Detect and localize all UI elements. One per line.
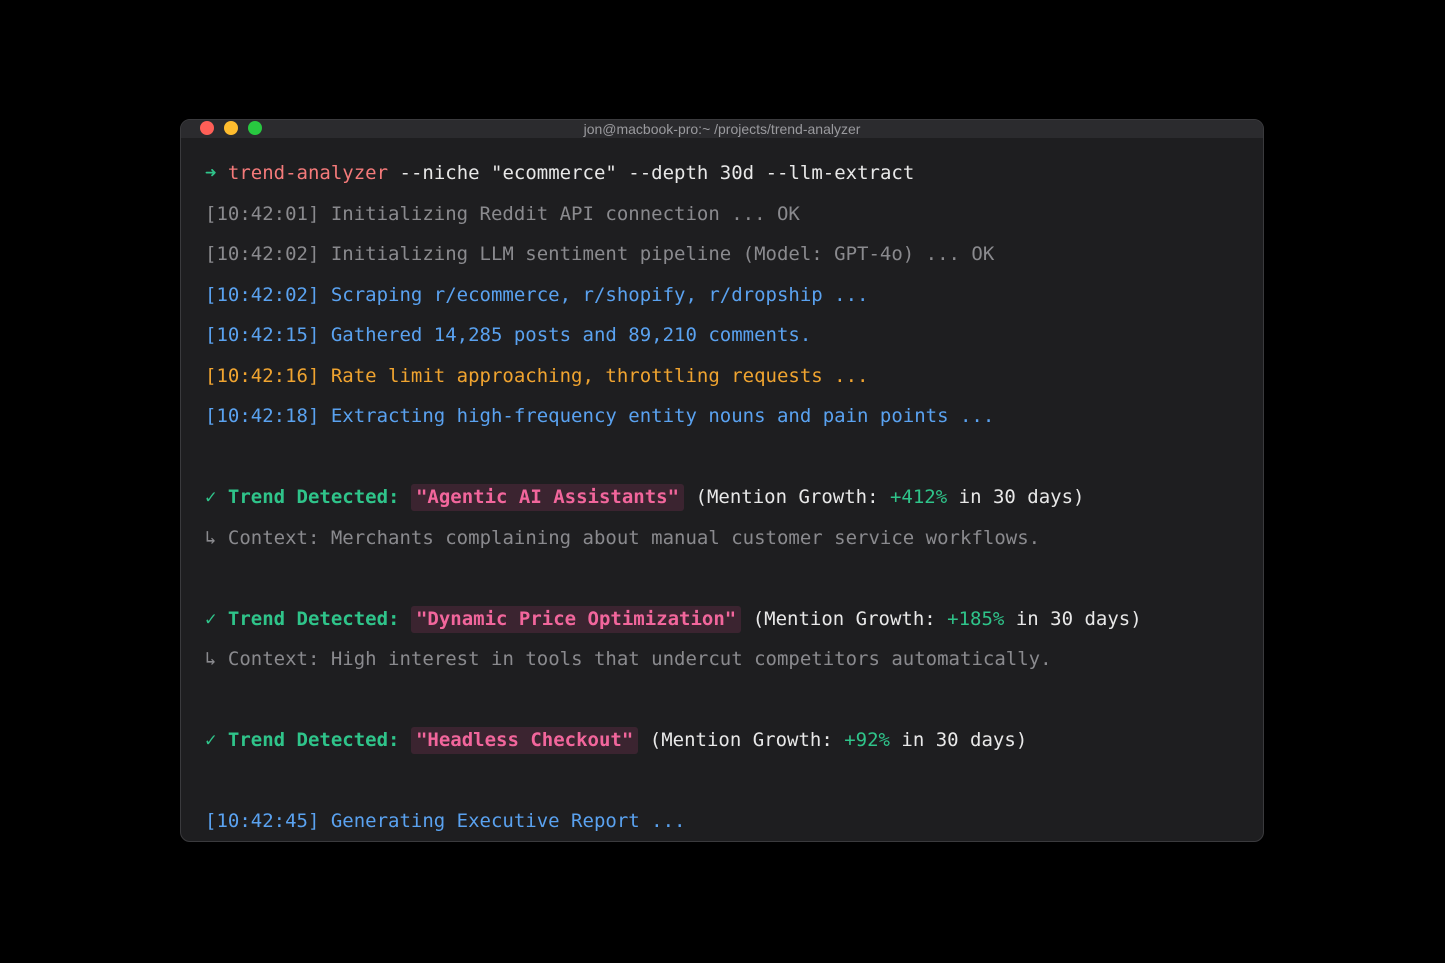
trend-line: ✓ Trend Detected: "Headless Checkout" (M… xyxy=(205,727,1253,768)
growth-suffix: in 30 days) xyxy=(1004,607,1142,630)
terminal-output[interactable]: ➜ trend-analyzer --niche "ecommerce" --d… xyxy=(205,160,1253,841)
trend-name: "Headless Checkout" xyxy=(410,727,639,754)
trend-name: "Agentic AI Assistants" xyxy=(410,484,685,511)
log-timestamp: [10:42:18] xyxy=(205,405,320,427)
trend-context: ↳ Context: Merchants complaining about m… xyxy=(205,525,1253,566)
growth-value: +185% xyxy=(947,607,1005,630)
growth-prefix: (Mention Growth: xyxy=(752,607,948,630)
log-line: [10:42:15] Gathered 14,285 posts and 89,… xyxy=(205,322,1253,363)
log-line: [10:42:45] Generating Executive Report .… xyxy=(205,808,1253,841)
trend-label: Trend Detected: xyxy=(227,607,400,630)
command-program: trend-analyzer xyxy=(227,162,389,184)
command-line: ➜ trend-analyzer --niche "ecommerce" --d… xyxy=(205,160,1253,201)
growth-prefix: (Mention Growth: xyxy=(649,729,845,751)
log-line: [10:42:02] Initializing LLM sentiment pi… xyxy=(205,241,1253,282)
trend-label: Trend Detected: xyxy=(227,729,400,751)
context-text: Context: Merchants complaining about man… xyxy=(227,526,1041,549)
log-line-warning: [10:42:16] Rate limit approaching, throt… xyxy=(205,363,1253,404)
context-text: Context: High interest in tools that und… xyxy=(227,648,1052,670)
command-args: --niche "ecommerce" --depth 30d --llm-ex… xyxy=(399,162,915,184)
checkmark-icon: ✓ xyxy=(205,607,217,630)
log-timestamp: [10:42:45] xyxy=(205,810,320,832)
trend-name: "Dynamic Price Optimization" xyxy=(410,605,742,633)
log-message: Scraping r/ecommerce, r/shopify, r/drops… xyxy=(330,283,869,306)
log-timestamp: [10:42:16] xyxy=(205,364,320,387)
terminal-window: jon@macbook-pro:~ /projects/trend-analyz… xyxy=(180,119,1264,842)
growth-value: +412% xyxy=(889,486,948,508)
title-bar: jon@macbook-pro:~ /projects/trend-analyz… xyxy=(181,120,1263,138)
log-timestamp: [10:42:15] xyxy=(205,324,320,346)
log-line: [10:42:18] Extracting high-frequency ent… xyxy=(205,403,1253,444)
log-message: Generating Executive Report ... xyxy=(330,810,686,832)
log-timestamp: [10:42:02] xyxy=(205,283,320,306)
log-timestamp: [10:42:01] xyxy=(205,202,320,225)
log-timestamp: [10:42:02] xyxy=(205,243,320,265)
log-line: [10:42:02] Scraping r/ecommerce, r/shopi… xyxy=(205,282,1253,323)
growth-suffix: in 30 days) xyxy=(889,729,1028,751)
growth-prefix: (Mention Growth: xyxy=(695,486,890,508)
prompt-arrow-icon: ➜ xyxy=(205,162,217,184)
context-arrow-icon: ↳ xyxy=(205,648,217,670)
log-message: Rate limit approaching, throttling reque… xyxy=(330,364,869,387)
growth-suffix: in 30 days) xyxy=(947,486,1085,508)
log-line: [10:42:01] Initializing Reddit API conne… xyxy=(205,201,1253,242)
window-title: jon@macbook-pro:~ /projects/trend-analyz… xyxy=(583,121,861,137)
log-message: Extracting high-frequency entity nouns a… xyxy=(330,405,995,427)
context-arrow-icon: ↳ xyxy=(205,526,217,549)
checkmark-icon: ✓ xyxy=(205,729,217,751)
log-message: Initializing LLM sentiment pipeline (Mod… xyxy=(330,243,995,265)
trend-context: ↳ Context: High interest in tools that u… xyxy=(205,646,1253,687)
checkmark-icon: ✓ xyxy=(205,486,217,508)
trend-line: ✓ Trend Detected: "Dynamic Price Optimiz… xyxy=(205,605,1253,647)
log-message: Gathered 14,285 posts and 89,210 comment… xyxy=(330,324,812,346)
growth-value: +92% xyxy=(844,729,890,751)
trend-label: Trend Detected: xyxy=(227,486,400,508)
log-message: Initializing Reddit API connection ... O… xyxy=(330,202,800,225)
trend-line: ✓ Trend Detected: "Agentic AI Assistants… xyxy=(205,484,1253,525)
